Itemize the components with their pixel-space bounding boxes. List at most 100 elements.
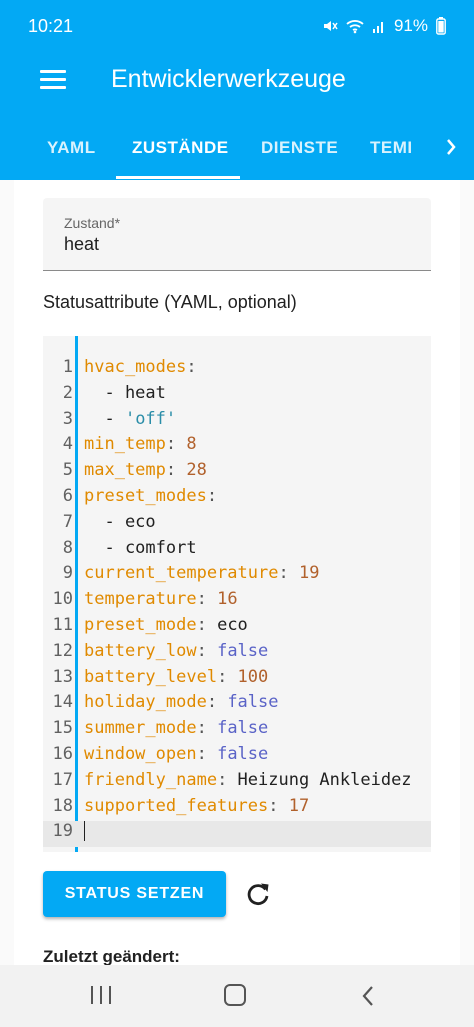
status-time: 10:21: [28, 16, 74, 36]
line-number: 11: [52, 615, 73, 635]
yaml-separator: :: [217, 769, 238, 790]
tab-dienste[interactable]: DIENSTE: [261, 138, 338, 158]
code-text: battery_level: 100: [84, 667, 268, 687]
line-number: 6: [62, 486, 73, 506]
code-line[interactable]: 6 preset_modes:: [43, 486, 431, 512]
code-text: hvac_modes:: [84, 357, 197, 377]
yaml-code-editor[interactable]: 1 hvac_modes: 2 - heat 3 - 'off' 4 min_temp: …: [43, 336, 431, 852]
text-cursor: [84, 821, 85, 842]
code-line[interactable]: 2 - heat: [43, 383, 431, 409]
yaml-separator: :: [268, 795, 289, 816]
line-number: 14: [52, 692, 73, 713]
code-text: min_temp: 8: [84, 434, 197, 454]
yaml-separator: :: [165, 460, 187, 481]
yaml-separator: :: [196, 589, 218, 610]
line-number: 18: [52, 795, 73, 816]
state-field-label: Zustand*: [64, 215, 121, 231]
yaml-value: 8: [186, 434, 197, 455]
battery-percent: 91%: [393, 16, 428, 35]
state-input-field[interactable]: Zustand* heat: [43, 198, 431, 271]
tab-zustaende[interactable]: ZUSTÄNDE: [132, 138, 229, 158]
code-line[interactable]: 3 - 'off': [43, 409, 431, 435]
yaml-key: hvac_modes: [84, 357, 187, 377]
yaml-value: 16: [217, 589, 238, 610]
line-number: 8: [62, 537, 73, 558]
line-number: 5: [62, 460, 73, 481]
code-text: max_temp: 28: [84, 460, 207, 480]
code-text: current_temperature: 19: [84, 563, 319, 583]
code-line[interactable]: 9 current_temperature: 19: [43, 563, 431, 589]
code-line[interactable]: 1 hvac_modes:: [43, 357, 431, 383]
code-line[interactable]: 19: [43, 821, 431, 848]
code-text: supported_features: 17: [84, 796, 309, 816]
code-line[interactable]: 13 battery_level: 100: [43, 667, 431, 693]
yaml-separator: :: [196, 640, 218, 661]
yaml-value: 100: [237, 666, 269, 687]
yaml-value: - heat: [84, 382, 166, 403]
yaml-separator: :: [206, 486, 218, 506]
yaml-key: supported_features: [84, 795, 269, 816]
code-line[interactable]: 4 min_temp: 8: [43, 434, 431, 460]
code-line[interactable]: 15 summer_mode: false: [43, 718, 431, 744]
code-line[interactable]: 12 battery_low: false: [43, 641, 431, 667]
code-text: temperature: 16: [84, 589, 238, 609]
code-line[interactable]: 10 temperature: 16: [43, 589, 431, 615]
yaml-value: 17: [288, 795, 310, 816]
code-line[interactable]: 14 holiday_mode: false: [43, 692, 431, 718]
line-number: 7: [62, 511, 73, 532]
status-bar: 10:21 91%: [0, 0, 474, 52]
line-number: 4: [62, 434, 73, 455]
code-line[interactable]: 5 max_temp: 28: [43, 460, 431, 486]
code-text: window_open: false: [84, 744, 268, 764]
yaml-separator: :: [206, 692, 228, 713]
hamburger-menu-icon[interactable]: [40, 70, 66, 90]
line-number: 1: [62, 357, 73, 377]
app-bar: Entwicklerwerkzeuge: [0, 52, 474, 110]
line-number: 16: [52, 744, 73, 764]
yaml-key: current_temperature: [84, 563, 279, 584]
tab-yaml[interactable]: YAML: [47, 138, 96, 158]
code-line[interactable]: 18 supported_features: 17: [43, 796, 431, 822]
code-text: holiday_mode: false: [84, 692, 279, 712]
code-line[interactable]: 7 - eco: [43, 512, 431, 538]
state-field-value[interactable]: heat: [64, 234, 99, 255]
refresh-icon[interactable]: [244, 880, 272, 908]
code-line[interactable]: 16 window_open: false: [43, 744, 431, 770]
yaml-separator: :: [278, 563, 299, 584]
code-line[interactable]: 17 friendly_name: Heizung Ankleidez: [43, 770, 431, 796]
yaml-value: - 'off': [84, 408, 177, 429]
line-number: 17: [52, 769, 73, 790]
yaml-key: temperature: [84, 589, 197, 610]
yaml-value: 28: [186, 460, 207, 481]
yaml-value: false: [217, 744, 269, 764]
yaml-key: battery_level: [84, 666, 218, 687]
line-number: 12: [52, 640, 73, 661]
system-nav-bar: [0, 965, 474, 1027]
tab-scroll-right-button[interactable]: [426, 110, 474, 180]
yaml-key: friendly_name: [84, 769, 218, 790]
set-state-button[interactable]: STATUS SETZEN: [43, 871, 226, 917]
back-icon[interactable]: [360, 985, 376, 1007]
yaml-key: preset_modes: [84, 486, 207, 506]
home-icon[interactable]: [224, 984, 246, 1006]
yaml-value: eco: [217, 615, 248, 635]
tab-templates[interactable]: TEMI: [370, 138, 413, 158]
code-text: summer_mode: false: [84, 718, 268, 738]
yaml-key: summer_mode: [84, 718, 197, 739]
yaml-key: min_temp: [84, 434, 166, 455]
recent-apps-icon[interactable]: [91, 986, 113, 1004]
yaml-value: - eco: [84, 511, 156, 532]
code-line[interactable]: 8 - comfort: [43, 538, 431, 564]
mute-icon: [322, 18, 338, 34]
yaml-value: Heizung Ankleidez: [237, 769, 412, 790]
code-line[interactable]: 11 preset_mode: eco: [43, 615, 431, 641]
yaml-value: 19: [298, 563, 320, 584]
yaml-separator: :: [196, 744, 218, 764]
code-text: [84, 821, 85, 842]
code-text: - heat: [84, 382, 166, 403]
line-number: 15: [52, 718, 73, 739]
yaml-separator: :: [186, 357, 197, 377]
yaml-key: max_temp: [84, 460, 166, 481]
code-text: battery_low: false: [84, 641, 268, 661]
line-number: 2: [62, 382, 73, 403]
